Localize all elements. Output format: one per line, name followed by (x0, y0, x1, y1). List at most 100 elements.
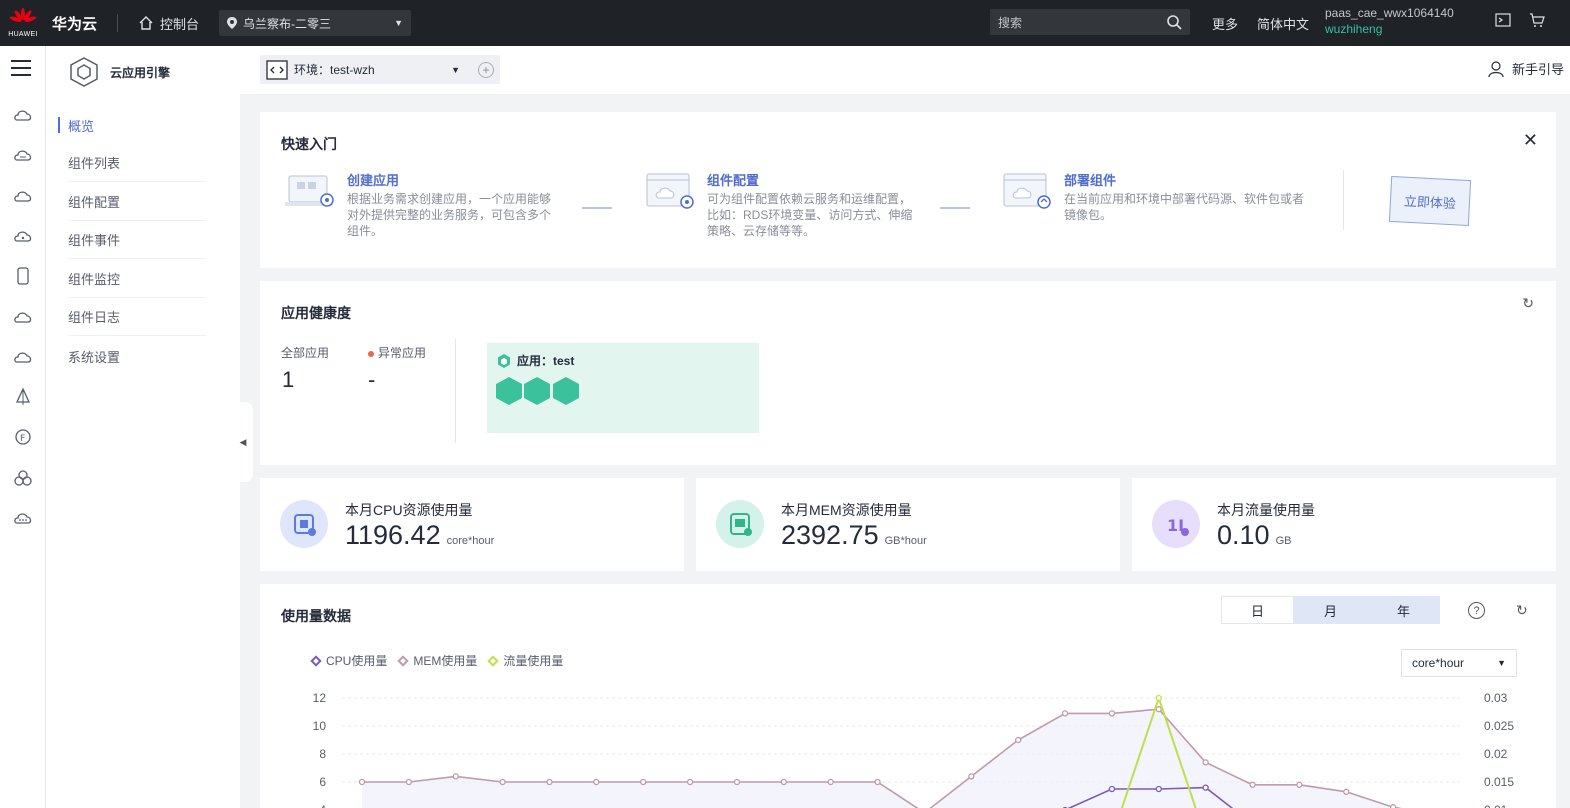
refresh-icon[interactable]: ↻ (1516, 602, 1528, 619)
language-selector[interactable]: 简体中文 (1257, 14, 1309, 33)
step-title[interactable]: 部署组件 (1064, 170, 1304, 189)
menu-icon[interactable] (11, 59, 31, 77)
data-point (1108, 785, 1116, 793)
coin-icon[interactable]: F (13, 428, 33, 446)
nav-item-overview[interactable]: 概览 (58, 106, 206, 144)
environment-selector[interactable]: 环境：test-wzh ▼ + (260, 55, 500, 84)
all-apps-value: 1 (282, 367, 295, 392)
divider (1343, 170, 1344, 230)
period-year-button[interactable]: 年 (1367, 596, 1440, 624)
collapse-nav-button[interactable]: ◀ (233, 402, 253, 482)
memory-icon (716, 500, 764, 548)
legend-item-mem[interactable]: MEM使用量 (397, 652, 477, 669)
data-point (1202, 784, 1209, 791)
environment-label: 环境：test-wzh (294, 63, 375, 77)
data-point (1061, 710, 1069, 717)
legend-swatch (310, 655, 322, 667)
nav-item-component-monitoring[interactable]: 组件监控 (68, 260, 206, 298)
nav-item-component-config[interactable]: 组件配置 (68, 183, 206, 221)
component-hex-icon[interactable] (524, 377, 550, 405)
quickstart-title: 快速入门 (281, 136, 337, 152)
nav-item-component-events[interactable]: 组件事件 (68, 221, 206, 259)
data-point (1249, 781, 1256, 788)
step-title[interactable]: 创建应用 (347, 170, 551, 189)
service-rail: F (0, 46, 46, 808)
cloud-more-icon[interactable] (13, 509, 33, 527)
traffic-flow-icon: 1L (1167, 516, 1189, 536)
nav-item-system-settings[interactable]: 系统设置 (68, 337, 206, 375)
cloud-sync-icon[interactable] (13, 308, 33, 326)
metric-value-row: 2392.75 GB*hour (781, 520, 927, 551)
cart-icon[interactable] (1529, 12, 1545, 28)
region-selector[interactable]: 乌兰察布-二零三 ▼ (219, 10, 412, 36)
user-menu[interactable]: paas_cae_wwx1064140 wuzhiheng (1325, 5, 1454, 37)
step-connector (582, 207, 612, 209)
data-point (1343, 788, 1350, 795)
divider (455, 339, 456, 443)
chevron-down-icon: ▼ (394, 18, 404, 28)
metric-label: 本月MEM资源使用量 (781, 502, 912, 518)
quickstart-step: 创建应用 根据业务需求创建应用，一个应用能够 对外提供完整的业务服务，可包含多个… (285, 170, 551, 239)
nav-item-component-logs[interactable]: 组件日志 (68, 298, 206, 336)
location-pin-icon (227, 17, 238, 29)
help-icon[interactable]: ? (1468, 602, 1485, 619)
unit-select[interactable]: core*hour ▼ (1401, 649, 1517, 677)
period-day-button[interactable]: 日 (1221, 596, 1294, 624)
traffic-icon: 1L (1152, 500, 1200, 548)
metric-value: 1196.42 (345, 520, 441, 550)
cloud-network-icon[interactable] (13, 348, 33, 366)
step-desc-line: 在当前应用和环境中部署代码源、软件包或者 (1064, 192, 1305, 206)
left-nav: 概览 组件列表 组件配置 组件事件 组件监控 组件日志 系统设置 (46, 94, 240, 808)
data-point (1155, 785, 1162, 793)
y-tick-right: 0.01 (1484, 803, 1508, 808)
legend-item-cpu[interactable]: CPU使用量 (310, 652, 388, 669)
cube-icon (70, 57, 98, 87)
huawei-logo[interactable]: HUAWEI (0, 0, 46, 46)
metric-unit: GB (1275, 535, 1292, 547)
metric-label: 本月流量使用量 (1217, 502, 1315, 518)
data-point (733, 778, 741, 786)
metric-value: 2392.75 (781, 520, 879, 550)
data-point (1202, 759, 1209, 766)
period-month-button[interactable]: 月 (1294, 596, 1367, 624)
app-tile[interactable]: 应用：test (487, 343, 759, 433)
legend-swatch (397, 655, 410, 667)
step-title[interactable]: 组件配置 (707, 170, 912, 189)
sail-icon[interactable] (13, 388, 33, 406)
period-toggle: 日 月 年 (1221, 596, 1440, 624)
data-point (452, 773, 459, 780)
nav-item-component-list[interactable]: 组件列表 (68, 144, 206, 182)
legend-item-traffic[interactable]: 流量使用量 (487, 652, 563, 669)
add-environment-button[interactable]: + (478, 61, 494, 78)
region-label: 乌兰察布-二零三 (243, 16, 332, 31)
beginner-guide-link[interactable]: 新手引导 (1488, 59, 1564, 78)
step-desc-line: 可为组件配置依赖云服务和运维配置， (707, 192, 912, 206)
component-hex-icon[interactable] (496, 377, 522, 405)
step-desc-line: 组件。 (347, 224, 384, 238)
refresh-icon[interactable]: ↻ (1522, 295, 1534, 312)
legend-label: CPU使用量 (326, 654, 388, 668)
step-desc-line: 根据业务需求创建应用，一个应用能够 (347, 192, 552, 206)
cloud-compute-icon[interactable] (13, 187, 33, 205)
all-apps-label: 全部应用 (281, 346, 330, 360)
search-icon[interactable] (1167, 14, 1182, 30)
y-tick-right: 0.015 (1484, 775, 1514, 789)
cpu-chip-icon (294, 514, 316, 536)
cluster-icon[interactable] (13, 469, 33, 487)
search-input[interactable]: 搜索 (990, 9, 1190, 35)
console-link[interactable]: 控制台 (138, 14, 199, 33)
data-point (358, 778, 366, 786)
cloud-server-icon[interactable] (13, 146, 33, 164)
site-name[interactable]: 华为云 (52, 13, 97, 34)
app-hex-icon (498, 353, 510, 368)
close-icon[interactable]: ✕ (1523, 130, 1538, 151)
status-dot-red (368, 350, 374, 357)
more-menu[interactable]: 更多 (1212, 14, 1238, 33)
cloud-storage-icon[interactable] (13, 227, 33, 245)
terminal-icon[interactable] (1495, 12, 1511, 28)
cloud-icon[interactable] (13, 106, 33, 124)
y-tick-left: 10 (313, 719, 327, 733)
document-icon[interactable] (13, 267, 33, 285)
component-hex-icon[interactable] (553, 377, 579, 405)
try-now-button[interactable]: 立即体验 (1388, 175, 1472, 227)
